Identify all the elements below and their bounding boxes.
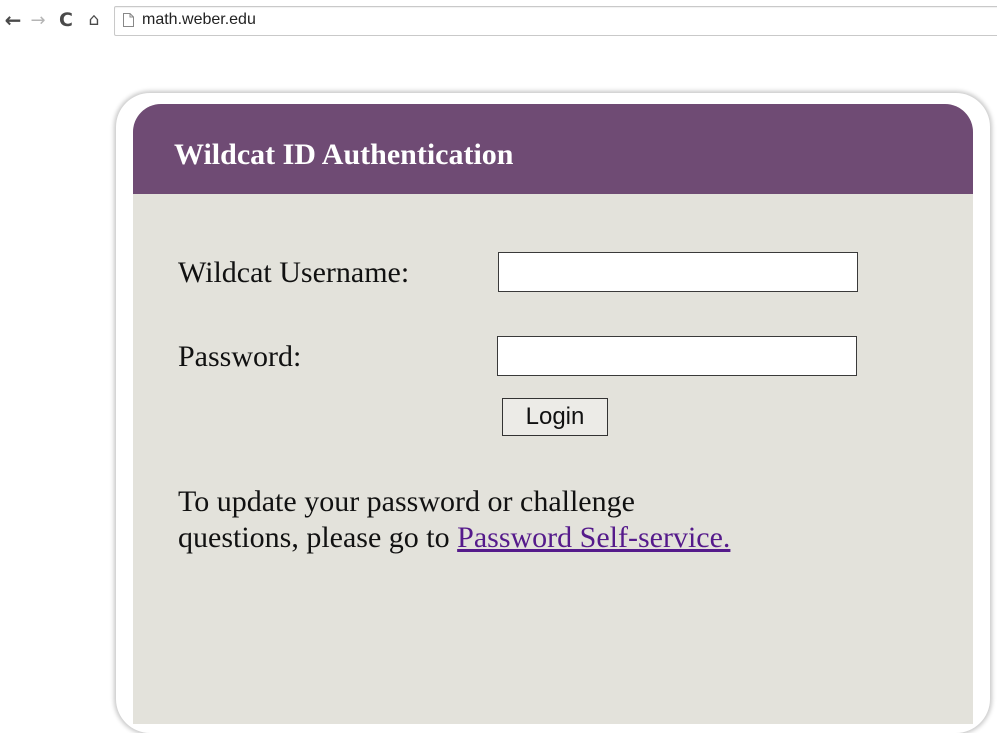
- browser-toolbar: ← → C ⌂ math.weber.edu: [0, 0, 997, 46]
- username-label: Wildcat Username:: [178, 256, 410, 289]
- forward-arrow-icon[interactable]: →: [27, 9, 49, 31]
- password-label: Password:: [178, 340, 302, 373]
- page-title: Wildcat ID Authentication: [174, 138, 514, 171]
- back-arrow-icon[interactable]: ←: [2, 8, 24, 32]
- help-text: To update your password or challenge que…: [178, 484, 738, 556]
- password-self-service-link[interactable]: Password Self-service.: [457, 521, 730, 554]
- page-icon: [123, 13, 134, 27]
- home-icon[interactable]: ⌂: [83, 9, 105, 31]
- username-input[interactable]: [498, 252, 858, 292]
- url-text: math.weber.edu: [142, 11, 256, 28]
- login-button[interactable]: Login: [502, 398, 608, 436]
- login-card: Wildcat ID Authentication Wildcat Userna…: [133, 104, 973, 724]
- address-bar[interactable]: math.weber.edu: [114, 6, 997, 36]
- password-input[interactable]: [497, 336, 857, 376]
- card-header: Wildcat ID Authentication: [133, 104, 973, 194]
- reload-icon[interactable]: C: [55, 9, 77, 31]
